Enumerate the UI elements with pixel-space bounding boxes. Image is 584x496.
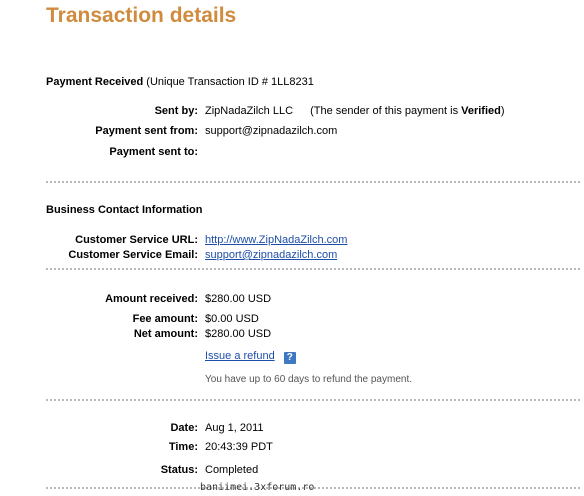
fee-amount-value: $0.00 USD: [205, 313, 259, 325]
help-icon[interactable]: ?: [283, 352, 296, 364]
transaction-id: (Unique Transaction ID # 1LL8231: [146, 76, 314, 88]
sender-note-prefix: (The sender of this payment is: [310, 105, 462, 117]
separator: [46, 268, 580, 270]
net-amount-label: Net amount:: [133, 328, 198, 340]
customer-service-email-link[interactable]: support@zipnadazilch.com: [205, 249, 337, 261]
sent-by-row: ZipNadaZilch LLC (The sender of this pay…: [205, 105, 505, 117]
refund-note: You have up to 60 days to refund the pay…: [205, 374, 413, 385]
business-contact-heading: Business Contact Information: [46, 204, 202, 216]
refund-row: Issue a refund ?: [205, 350, 296, 364]
sent-by-value: ZipNadaZilch LLC: [205, 105, 294, 117]
page-title: Transaction details: [46, 4, 237, 27]
sender-note-suffix: ): [500, 105, 505, 117]
payment-received-label: Payment Received: [46, 76, 144, 88]
business-contact-heading-text: Business Contact Information: [46, 204, 203, 216]
time-value: 20:43:39 PDT: [205, 441, 273, 453]
fee-amount-label: Fee amount:: [132, 313, 198, 325]
sender-status: Verified: [461, 105, 501, 117]
time-label: Time:: [168, 441, 198, 453]
customer-service-url-link[interactable]: http://www.ZipNadaZilch.com: [205, 234, 347, 246]
issue-refund-link[interactable]: Issue a refund: [205, 350, 275, 362]
watermark: baniimei.3xforum.ro: [200, 482, 315, 493]
amount-received-value: $280.00 USD: [205, 293, 272, 305]
payment-received-heading: Payment Received (Unique Transaction ID …: [46, 76, 314, 88]
sent-from-label: Payment sent from:: [95, 125, 198, 137]
sent-from-value: support@zipnadazilch.com: [205, 125, 338, 137]
status-value: Completed: [205, 464, 259, 476]
sent-by-label: Sent by:: [154, 105, 198, 117]
status-label: Status:: [160, 464, 198, 476]
customer-service-url-label: Customer Service URL:: [75, 234, 198, 246]
customer-service-email-label: Customer Service Email:: [68, 249, 198, 261]
net-amount-value: $280.00 USD: [205, 328, 272, 340]
date-label: Date:: [170, 422, 198, 434]
amount-received-label: Amount received:: [105, 293, 198, 305]
separator: [46, 181, 580, 183]
separator: [46, 399, 580, 401]
date-value: Aug 1, 2011: [205, 422, 264, 434]
sent-to-label: Payment sent to:: [109, 146, 198, 158]
